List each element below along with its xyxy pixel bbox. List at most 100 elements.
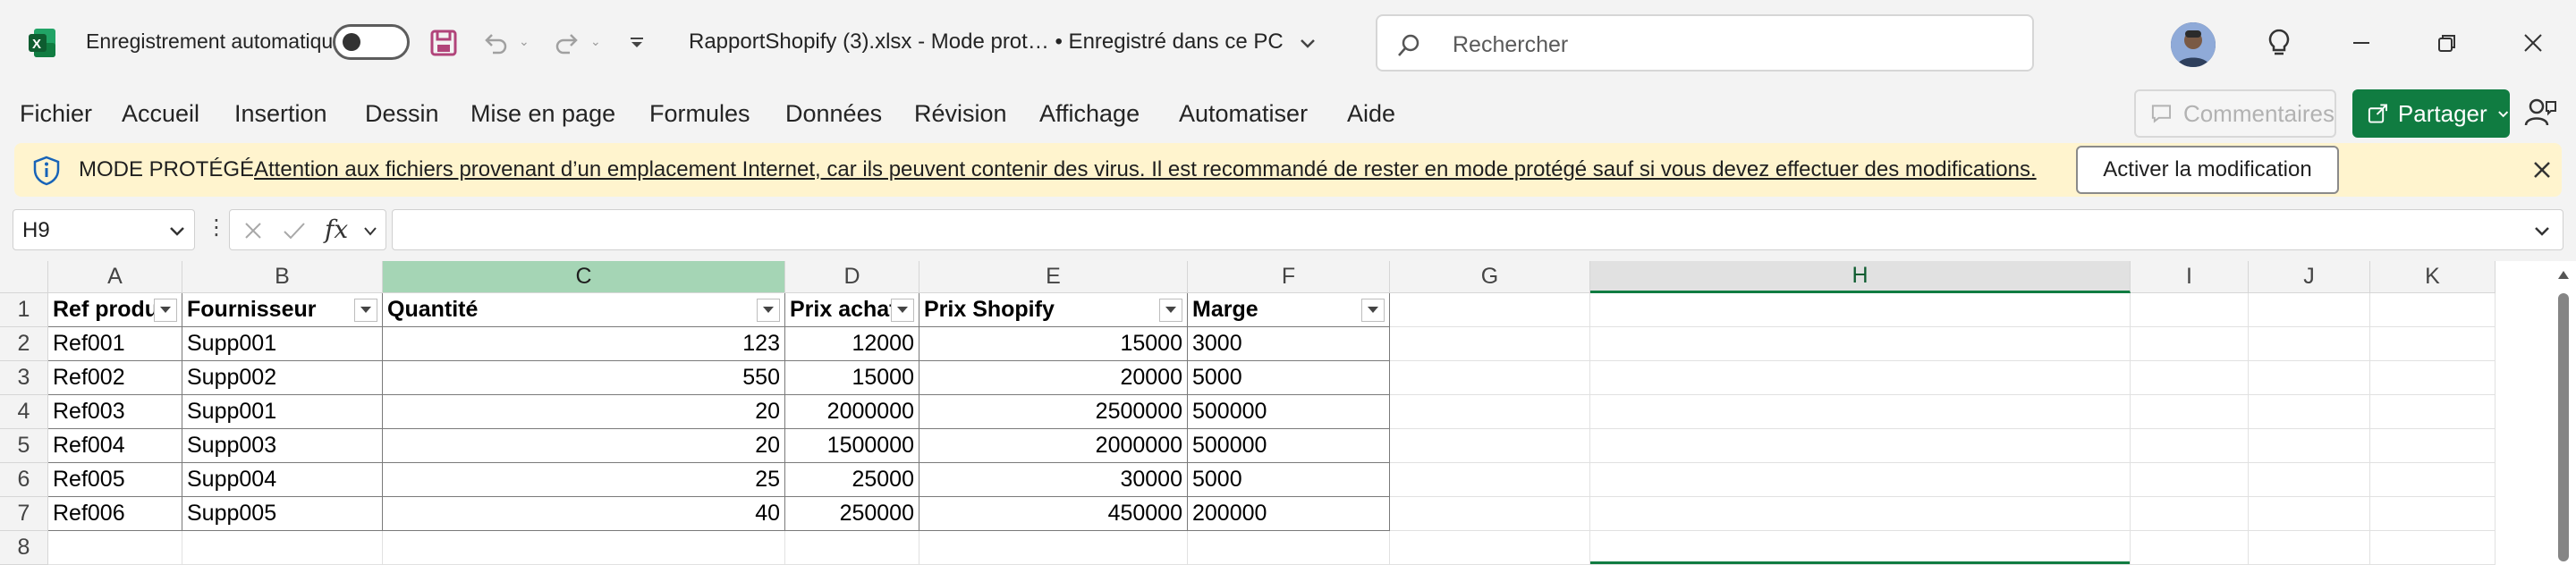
row-header-7[interactable]: 7 (0, 497, 48, 531)
undo-icon[interactable] (476, 23, 515, 63)
empty-cell[interactable] (1390, 293, 1590, 327)
empty-cell[interactable] (2131, 463, 2249, 497)
scrollbar-thumb[interactable] (2558, 293, 2569, 561)
table-cell[interactable]: 450000 (919, 497, 1188, 531)
name-box-chevron-down-icon[interactable] (167, 221, 187, 240)
column-header-h[interactable]: H (1590, 261, 2131, 293)
table-header-cell[interactable]: Quantité (383, 293, 785, 327)
coauthoring-icon[interactable] (2522, 95, 2558, 131)
table-cell[interactable]: Supp004 (182, 463, 383, 497)
empty-cell[interactable] (2131, 395, 2249, 429)
row-header-6[interactable]: 6 (0, 463, 48, 497)
tab-revision[interactable]: Révision (914, 100, 1007, 128)
empty-cell[interactable] (2131, 327, 2249, 361)
empty-cell[interactable] (2131, 293, 2249, 327)
row-header-4[interactable]: 4 (0, 395, 48, 429)
table-cell[interactable]: 25 (383, 463, 785, 497)
empty-cell[interactable] (1590, 531, 2131, 565)
table-cell[interactable]: 12000 (785, 327, 919, 361)
empty-cell[interactable] (2249, 327, 2370, 361)
table-cell[interactable]: 5000 (1188, 463, 1390, 497)
fx-chevron-down-icon[interactable] (362, 224, 378, 239)
close-banner-icon[interactable] (2528, 156, 2556, 184)
tab-accueil[interactable]: Accueil (122, 100, 199, 128)
more-options-icon[interactable]: ⋮ (206, 215, 227, 240)
table-cell[interactable]: 20 (383, 429, 785, 463)
row-header-8[interactable]: 8 (0, 531, 48, 565)
table-cell[interactable]: 500000 (1188, 429, 1390, 463)
empty-cell[interactable] (1590, 293, 2131, 327)
table-cell[interactable]: 123 (383, 327, 785, 361)
filter-dropdown-icon[interactable] (154, 299, 177, 322)
empty-cell[interactable] (1590, 497, 2131, 531)
empty-cell[interactable] (919, 531, 1188, 565)
column-header-e[interactable]: E (919, 261, 1188, 293)
table-header-cell[interactable]: Prix Shopify (919, 293, 1188, 327)
empty-cell[interactable] (2249, 531, 2370, 565)
empty-cell[interactable] (1590, 463, 2131, 497)
empty-cell[interactable] (48, 531, 182, 565)
table-cell[interactable]: Supp001 (182, 395, 383, 429)
table-cell[interactable]: Supp003 (182, 429, 383, 463)
empty-cell[interactable] (1590, 361, 2131, 395)
empty-cell[interactable] (2370, 463, 2496, 497)
column-header-d[interactable]: D (785, 261, 919, 293)
empty-cell[interactable] (1390, 361, 1590, 395)
empty-cell[interactable] (1590, 395, 2131, 429)
table-cell[interactable]: Ref003 (48, 395, 182, 429)
table-cell[interactable]: 20 (383, 395, 785, 429)
table-cell[interactable]: Ref005 (48, 463, 182, 497)
empty-cell[interactable] (1188, 531, 1390, 565)
tab-mise-en-page[interactable]: Mise en page (470, 100, 615, 128)
formula-input[interactable] (392, 209, 2563, 250)
select-all-corner[interactable] (0, 261, 48, 293)
enable-editing-button[interactable]: Activer la modification (2076, 146, 2339, 194)
empty-cell[interactable] (383, 531, 785, 565)
tab-formules[interactable]: Formules (649, 100, 750, 128)
tab-dessin[interactable]: Dessin (365, 100, 439, 128)
filter-dropdown-icon[interactable] (891, 299, 914, 322)
row-header-3[interactable]: 3 (0, 361, 48, 395)
table-cell[interactable]: 500000 (1188, 395, 1390, 429)
minimize-icon[interactable] (2338, 20, 2385, 66)
empty-cell[interactable] (1390, 531, 1590, 565)
empty-cell[interactable] (2249, 497, 2370, 531)
empty-cell[interactable] (2249, 429, 2370, 463)
empty-cell[interactable] (785, 531, 919, 565)
tab-aide[interactable]: Aide (1347, 100, 1395, 128)
redo-icon[interactable] (547, 23, 587, 63)
column-header-a[interactable]: A (48, 261, 182, 293)
table-cell[interactable]: 3000 (1188, 327, 1390, 361)
row-header-2[interactable]: 2 (0, 327, 48, 361)
filter-dropdown-icon[interactable] (757, 299, 780, 322)
empty-cell[interactable] (1590, 327, 2131, 361)
title-chevron-down-icon[interactable] (1288, 23, 1327, 63)
empty-cell[interactable] (1390, 497, 1590, 531)
empty-cell[interactable] (2370, 293, 2496, 327)
table-cell[interactable]: 250000 (785, 497, 919, 531)
enter-check-icon[interactable] (282, 220, 307, 241)
row-header-1[interactable]: 1 (0, 293, 48, 327)
filter-dropdown-icon[interactable] (1159, 299, 1182, 322)
table-cell[interactable]: Ref002 (48, 361, 182, 395)
lightbulb-icon[interactable] (2256, 20, 2302, 66)
share-button[interactable]: Partager (2352, 89, 2510, 138)
search-box[interactable]: Rechercher (1376, 14, 2034, 72)
tab-insertion[interactable]: Insertion (234, 100, 327, 128)
table-cell[interactable]: 15000 (785, 361, 919, 395)
close-window-icon[interactable] (2510, 20, 2556, 66)
empty-cell[interactable] (2249, 361, 2370, 395)
table-cell[interactable]: 15000 (919, 327, 1188, 361)
comments-button[interactable]: Commentaires (2134, 89, 2336, 138)
empty-cell[interactable] (2131, 497, 2249, 531)
empty-cell[interactable] (2131, 429, 2249, 463)
expand-formula-bar-icon[interactable] (2532, 221, 2552, 240)
empty-cell[interactable] (2370, 361, 2496, 395)
table-cell[interactable]: 1500000 (785, 429, 919, 463)
table-cell[interactable]: 25000 (785, 463, 919, 497)
empty-cell[interactable] (182, 531, 383, 565)
table-cell[interactable]: 2000000 (785, 395, 919, 429)
column-header-i[interactable]: I (2131, 261, 2249, 293)
empty-cell[interactable] (2131, 531, 2249, 565)
column-header-c[interactable]: C (383, 261, 785, 293)
